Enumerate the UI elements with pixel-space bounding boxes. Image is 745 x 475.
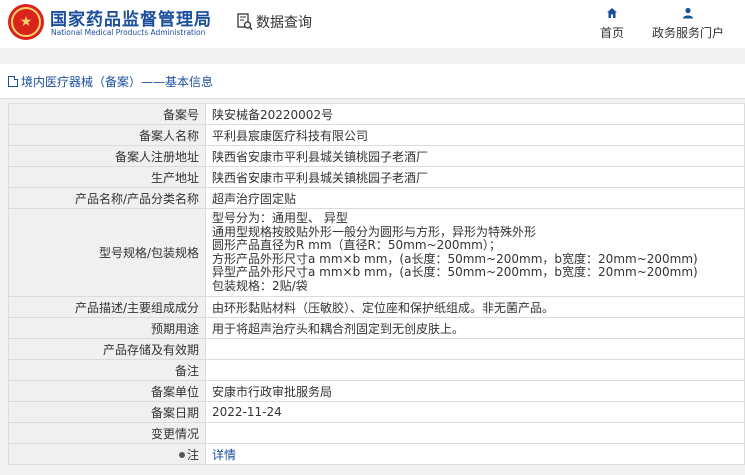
breadcrumb-text: 境内医疗器械（备案）——基本信息 [21,75,214,89]
table-row: 型号规格/包装规格 型号分为：通用型、 异型 通用型规格按胶贴外形一般分为圆形与… [8,208,745,297]
field-value: 陕西省安康市平利县城关镇桃园子老酒厂 [205,145,745,167]
table-row: 预期用途 用于将超声治疗头和耦合剂固定到无创皮肤上。 [8,317,745,339]
field-label: 变更情况 [8,422,206,444]
field-value [205,338,745,360]
table-row: 备案人注册地址 陕西省安康市平利县城关镇桃园子老酒厂 [8,145,745,167]
org-name-cn: 国家药品监督管理局 [50,10,212,30]
spec-line: 通用型规格按胶贴外形一般分为圆形与方形，异形为特殊外形 [212,224,537,239]
nav-service-portal[interactable]: 政务服务门户 [650,6,726,41]
data-query-link[interactable]: 数据查询 [237,12,312,32]
table-row: 备注 [8,359,745,381]
field-value: 超声治疗固定贴 [205,187,745,209]
field-value: 用于将超声治疗头和耦合剂固定到无创皮肤上。 [205,317,745,339]
field-value [205,359,745,381]
data-query-label: 数据查询 [256,15,312,31]
field-label: 备案人名称 [8,124,206,146]
field-label: 预期用途 [8,317,206,339]
field-value: 2022-11-24 [205,401,745,423]
table-row: 注 详情 [8,443,745,465]
table-row: 备案日期 2022-11-24 [8,401,745,423]
field-value: 陕安械备20220002号 [205,103,745,125]
table-row: 备案人名称 平利县宸康医疗科技有限公司 [8,124,745,146]
field-label: 产品存储及有效期 [8,338,206,360]
table-row: 变更情况 [8,422,745,444]
nav-home[interactable]: 首页 [596,6,628,41]
field-label: 备案号 [8,103,206,125]
field-label: 型号规格/包装规格 [8,208,206,297]
field-label: 备案日期 [8,401,206,423]
field-label: 产品名称/产品分类名称 [8,187,206,209]
spec-line: 方形产品外形尺寸a mm×b mm，(a长度：50mm~200mm，b宽度：20… [212,251,698,266]
table-row: 生产地址 陕西省安康市平利县城关镇桃园子老酒厂 [8,166,745,188]
field-label: 生产地址 [8,166,206,188]
field-label: 备注 [8,359,206,381]
field-label: 产品描述/主要组成成分 [8,296,206,318]
home-icon [607,8,617,18]
org-name-en: National Medical Products Administration [51,28,206,37]
field-label: 备案人注册地址 [8,145,206,167]
spec-line: 型号分为：通用型、 异型 [212,211,348,225]
nav-service-portal-label: 政务服务门户 [651,26,724,40]
field-value: 型号分为：通用型、 异型 通用型规格按胶贴外形一般分为圆形与方形，异形为特殊外形… [205,208,745,297]
table-row: 备案单位 安康市行政审批服务局 [8,380,745,402]
spec-line: 异型产品外形尺寸a mm×b mm，(a长度：50mm~200mm，b宽度：20… [212,265,698,279]
field-value [205,422,745,444]
spec-line: 包装规格：2贴/袋 [212,278,308,293]
field-value: 陕西省安康市平利县城关镇桃园子老酒厂 [205,166,745,188]
record-detail-table: 备案号 陕安械备20220002号 备案人名称 平利县宸康医疗科技有限公司 备案… [8,103,745,465]
field-value: 平利县宸康医疗科技有限公司 [205,124,745,146]
details-link[interactable]: 详情 [212,448,236,462]
field-label: 注 [186,447,199,462]
field-label: 备案单位 [8,380,206,402]
info-dot-icon [178,452,185,458]
emblem-logo: ★ [8,4,44,40]
document-search-icon [237,13,253,31]
user-icon [683,7,693,19]
document-icon [8,76,18,87]
spec-line: 圆形产品直径为R mm（直径R：50mm~200mm）； [212,238,501,252]
table-row: 产品描述/主要组成成分 由环形黏贴材料（压敏胶）、定位座和保护纸组成。非无菌产品… [8,296,745,318]
note-label-cell: 注 [8,443,206,465]
site-header: ★ 国家药品监督管理局 National Medical Products Ad… [0,0,745,48]
field-value: 详情 [205,443,745,465]
table-row: 产品存储及有效期 [8,338,745,360]
table-row: 产品名称/产品分类名称 超声治疗固定贴 [8,187,745,209]
nav-home-label: 首页 [599,26,624,40]
field-value: 安康市行政审批服务局 [205,380,745,402]
breadcrumb: 境内医疗器械（备案）——基本信息 [0,64,745,99]
field-value: 由环形黏贴材料（压敏胶）、定位座和保护纸组成。非无菌产品。 [205,296,745,318]
table-row: 备案号 陕安械备20220002号 [8,103,745,125]
